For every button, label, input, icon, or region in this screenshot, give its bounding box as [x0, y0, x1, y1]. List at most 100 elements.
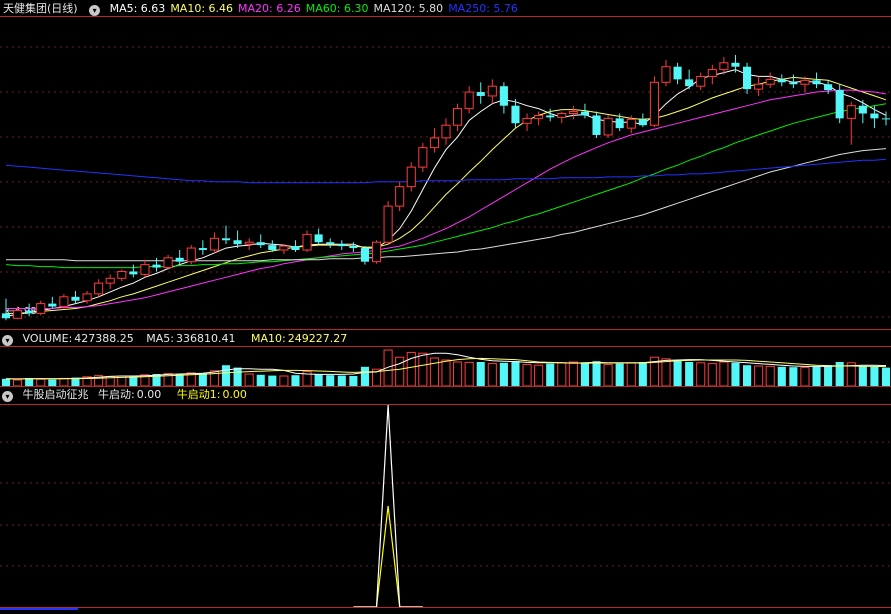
candle-body-up	[557, 113, 567, 118]
candle-body-up	[754, 83, 764, 90]
candle-body-up	[186, 247, 196, 263]
volume-bar-up	[707, 363, 717, 387]
candle-body-down	[858, 105, 867, 114]
candle-body-down	[673, 66, 682, 80]
candle-body-down	[221, 238, 231, 241]
volume-bar-down	[546, 363, 555, 386]
ma-line-ma5	[5, 69, 887, 317]
candle-body-down	[615, 118, 624, 129]
volume-bar-down	[268, 375, 277, 386]
candle-body-up	[279, 245, 289, 251]
candle-body-up	[441, 124, 451, 139]
candle-body-up	[82, 293, 92, 302]
volume-bar-up	[464, 361, 474, 387]
candle-body-down	[268, 245, 277, 250]
volume-bar-down	[221, 365, 231, 386]
volume-bar-down	[731, 362, 740, 386]
volume-bar-down	[476, 362, 485, 386]
candle-body-up	[603, 117, 613, 136]
candle-body-up	[534, 114, 544, 119]
candle-body-up	[707, 69, 717, 77]
volume-bar-up	[696, 362, 706, 387]
candle-body-down	[337, 244, 346, 247]
candle-body-down	[731, 62, 740, 67]
volume-bar-up	[568, 361, 578, 387]
candle-body-up	[487, 85, 497, 97]
stock-chart[interactable]	[0, 0, 891, 614]
candle-body-up	[94, 282, 104, 295]
volume-bar-down	[824, 365, 833, 386]
candle-body-down	[499, 86, 508, 106]
candle-body-down	[25, 310, 34, 314]
candle-body-down	[326, 242, 335, 245]
candle-body-down	[291, 246, 300, 250]
candle-body-up	[661, 66, 671, 83]
volume-bar-up	[603, 363, 613, 387]
candle-body-up	[140, 264, 150, 275]
volume-bar-down	[233, 367, 242, 386]
candle-body-down	[638, 119, 647, 126]
candle-body-up	[13, 309, 23, 319]
volume-bar-down	[1, 378, 11, 386]
candle-body-up	[371, 241, 382, 263]
volume-bar-down	[870, 366, 879, 386]
volume-bar-up	[13, 379, 23, 387]
candle-body-down	[314, 234, 323, 243]
volume-bar-up	[279, 375, 289, 387]
candle-body-down	[360, 248, 369, 262]
candle-body-down	[476, 92, 485, 96]
volume-bar-up	[719, 361, 729, 387]
candle-body-up	[117, 270, 127, 279]
candle-body-down	[685, 79, 694, 87]
candle-body-down	[824, 84, 833, 91]
candle-body-up	[105, 277, 115, 284]
candle-body-up	[649, 81, 659, 126]
candle-body-down	[256, 242, 265, 246]
volume-bar-up	[661, 358, 671, 387]
volume-bar-down	[360, 366, 369, 386]
volume-bar-up	[418, 352, 428, 387]
candle-body-down	[71, 296, 80, 301]
volume-bar-up	[36, 378, 46, 387]
volume-bar-down	[685, 362, 694, 386]
candle-body-up	[696, 75, 706, 87]
candle-body-down	[233, 240, 242, 245]
ma-line-ma10	[6, 76, 887, 314]
candle-body-down	[129, 271, 138, 275]
volume-bar-down	[349, 376, 358, 386]
volume-bar-down	[743, 365, 752, 386]
candle-body-up	[846, 105, 856, 119]
signal-lines	[0, 404, 423, 610]
volume-bar-down	[673, 360, 682, 386]
volume-bar-up	[522, 363, 532, 387]
volume-bars	[1, 349, 891, 387]
volume-bar-up	[395, 356, 405, 387]
candle-body-up	[765, 78, 775, 85]
candle-body-down	[48, 303, 57, 307]
candle-body-up	[418, 147, 428, 168]
volume-bar-up	[626, 362, 636, 387]
candle-body-down	[1, 313, 11, 319]
volume-bar-down	[638, 362, 647, 386]
volume-bar-down	[198, 373, 207, 386]
volume-bar-up	[453, 361, 463, 387]
volume-bar-down	[511, 361, 520, 386]
volume-bar-down	[499, 362, 508, 386]
candle-body-up	[209, 237, 219, 251]
candle-body-up	[453, 108, 463, 126]
volume-bar-down	[256, 374, 265, 386]
volume-bar-down	[129, 376, 138, 386]
candle-body-up	[800, 79, 810, 85]
volume-bar-down	[615, 363, 624, 386]
candle-body-up	[522, 117, 532, 124]
candle-body-up	[383, 205, 393, 243]
candle-body-down	[349, 246, 358, 249]
volume-bar-down	[48, 379, 57, 386]
candle-body-down	[198, 248, 207, 250]
volume-bar-down	[777, 366, 786, 386]
candle-body-down	[592, 115, 601, 135]
candle-body-down	[580, 111, 589, 116]
candle-body-down	[835, 90, 844, 119]
volume-bar-up	[800, 367, 810, 387]
signal-line-b	[353, 505, 423, 608]
